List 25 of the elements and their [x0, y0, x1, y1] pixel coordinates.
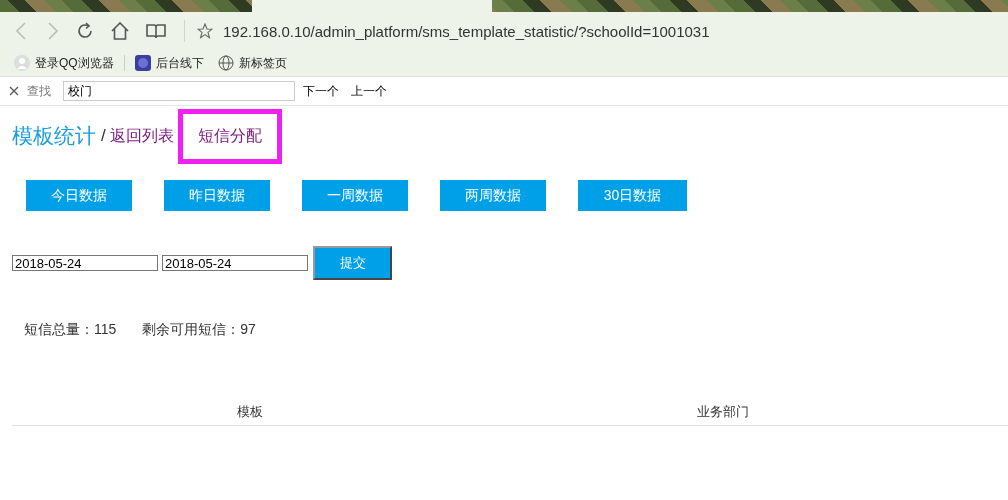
bookmark-item[interactable]: 新标签页 — [217, 54, 287, 72]
page-title: 模板统计 — [12, 123, 96, 149]
sms-allocate-link[interactable]: 短信分配 — [177, 108, 282, 164]
find-field[interactable]: 校门 — [63, 81, 295, 101]
column-header: 模板 — [236, 402, 264, 421]
avatar-icon — [14, 55, 30, 71]
home-icon[interactable] — [110, 22, 130, 40]
bookmark-item[interactable]: 登录QQ浏览器 — [14, 54, 114, 72]
app-icon — [134, 55, 151, 71]
separator-text: / — [101, 126, 106, 146]
close-icon[interactable] — [9, 86, 19, 96]
previous-match-link[interactable]: 上一个 — [351, 82, 387, 100]
back-link[interactable]: 返回列表 — [109, 125, 174, 147]
summary-stat: 剩余可用短信：97 — [142, 321, 256, 339]
bookmark-item[interactable]: 后台线下 — [134, 54, 204, 72]
reload-icon[interactable] — [76, 22, 94, 40]
summary-stat: 短信总量：115 — [24, 321, 117, 339]
column-header: 业务部门 — [696, 402, 750, 421]
star-icon[interactable] — [197, 23, 213, 39]
globe-icon — [217, 55, 234, 71]
find-label: 查找 — [27, 82, 51, 100]
end-date-field[interactable]: 2018-05-24 — [162, 255, 308, 271]
next-match-link[interactable]: 下一个 — [303, 82, 339, 100]
start-date-field[interactable]: 2018-05-24 — [12, 255, 158, 271]
book-icon[interactable] — [146, 23, 166, 39]
